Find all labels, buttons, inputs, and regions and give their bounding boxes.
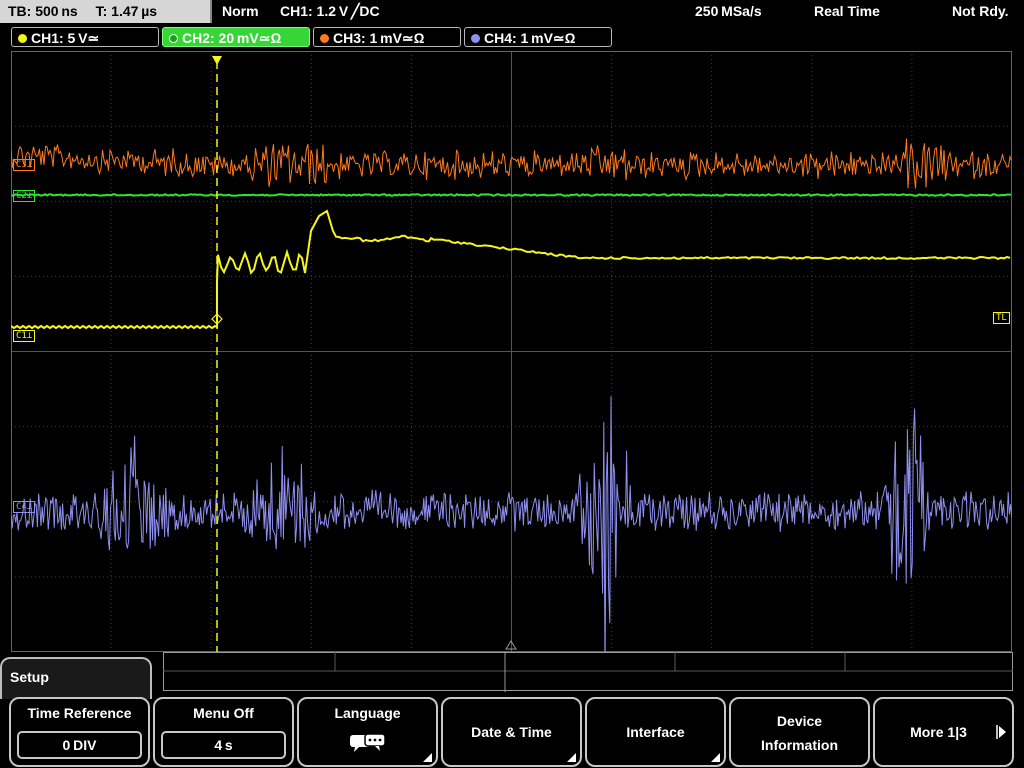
speech-bubbles-icon [350, 733, 386, 752]
trigger-info[interactable]: CH1: 1.2 V ╱DC [280, 0, 380, 23]
time-reference-softkey[interactable]: Time Reference 0 DIV [9, 697, 150, 767]
trigger-time-value: T: 1.47 µs [95, 3, 158, 19]
run-state: Not Rdy. [952, 3, 1009, 19]
timebase-box[interactable]: TB: 500 ns T: 1.47 µs [0, 0, 212, 23]
softkey-value: 0 DIV [17, 731, 142, 759]
channel-tab-label: CH4: 1 mV≃Ω [484, 30, 576, 46]
menu-off-softkey[interactable]: Menu Off 4 s [153, 697, 294, 767]
sample-rate: 250 MSa/s [695, 3, 762, 19]
ch1-waveform [11, 209, 1011, 330]
ch1-ground-marker[interactable]: C1⊥ [13, 330, 36, 342]
menu-separator-area [163, 652, 1013, 692]
channel-tab-ch4[interactable]: CH4: 1 mV≃Ω [464, 27, 612, 47]
ch1-color-dot [18, 34, 27, 43]
arrow-right-icon [996, 725, 1006, 739]
softkey-label: Time Reference [27, 705, 132, 721]
channel-tab-label: CH1: 5 V≃ [31, 30, 100, 46]
softkey-label: Menu Off [193, 705, 254, 721]
submenu-indicator-icon [567, 753, 576, 762]
channel-tab-ch2[interactable]: CH2: 20 mV≃Ω [162, 27, 310, 47]
ch3-color-dot [320, 34, 329, 43]
date-time-softkey[interactable]: Date & Time [441, 697, 582, 767]
interface-softkey[interactable]: Interface [585, 697, 726, 767]
channel-tab-ch3[interactable]: CH3: 1 mV≃Ω [313, 27, 461, 47]
acquisition-mode: Real Time [814, 3, 880, 19]
softkey-label: Language [334, 705, 401, 721]
softkey-label: Date & Time [471, 724, 552, 740]
submenu-indicator-icon [423, 753, 432, 762]
device-information-softkey[interactable]: Device Information [729, 697, 870, 767]
menu-title: Setup [10, 669, 49, 685]
softkey-label: Interface [626, 724, 685, 740]
graticule-grid [11, 51, 1012, 652]
softkey-label-line2: Information [761, 737, 838, 753]
waveform-display[interactable]: C3⊥ C2⊥ C1⊥ C4⊥ TL [11, 51, 1012, 652]
ch3-ground-marker[interactable]: C3⊥ [13, 159, 36, 171]
channel-tab-label: CH2: 20 mV≃Ω [182, 30, 282, 46]
ch2-color-dot [169, 34, 178, 43]
submenu-indicator-icon [711, 753, 720, 762]
softkey-value: 4 s [161, 731, 286, 759]
menu-title-tab: Setup [0, 657, 152, 699]
trigger-level-marker[interactable]: TL [993, 312, 1010, 324]
trigger-mode[interactable]: Norm [222, 0, 259, 23]
language-softkey[interactable]: Language [297, 697, 438, 767]
more-softkey[interactable]: More 1|3 [873, 697, 1014, 767]
softkey-label: Device [776, 713, 823, 729]
softkey-label: More 1|3 [910, 724, 967, 740]
ch4-color-dot [471, 34, 480, 43]
trigger-position-icon[interactable] [212, 56, 222, 65]
timebase-value: TB: 500 ns [8, 3, 78, 19]
ch2-ground-marker[interactable]: C2⊥ [13, 190, 36, 202]
channel-tab-ch1[interactable]: CH1: 5 V≃ [11, 27, 159, 47]
channel-tab-label: CH3: 1 mV≃Ω [333, 30, 425, 46]
ch4-ground-marker[interactable]: C4⊥ [13, 501, 36, 513]
ch2-waveform [11, 193, 1012, 197]
